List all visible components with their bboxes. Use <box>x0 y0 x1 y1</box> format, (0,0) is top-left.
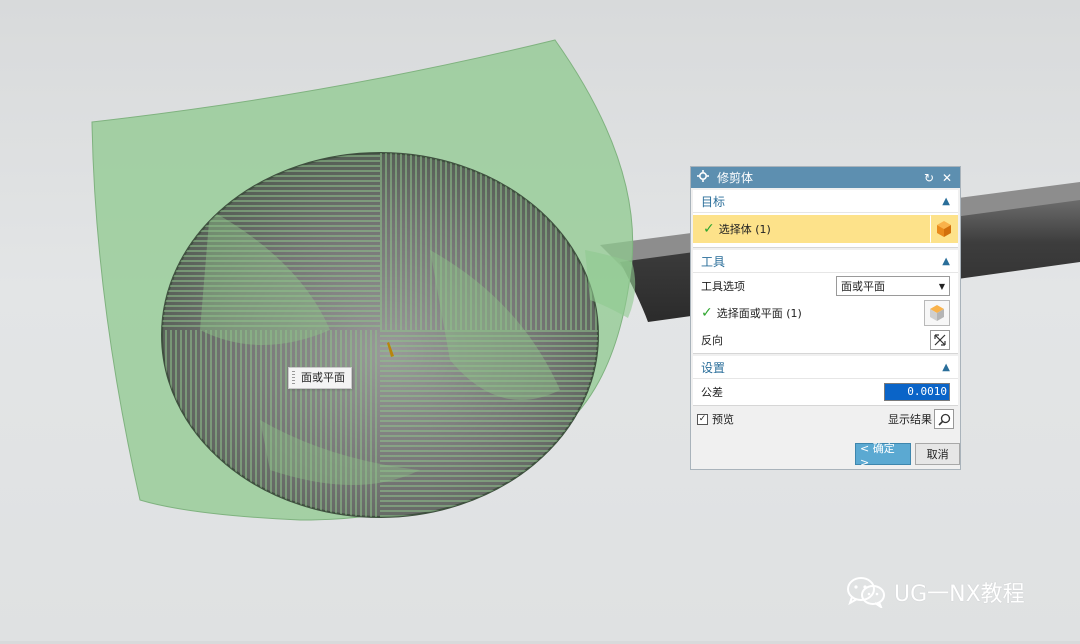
settings-group: 设置 ▲ 公差 0.0010 <box>693 356 958 406</box>
reverse-label: 反向 <box>701 334 723 347</box>
trim-body-dialog: 修剪体 ↻ ✕ 目标 ▲ ✓ 选择体 (1) 工具 ▲ 工具选项 面或平面 ▼ … <box>690 166 961 470</box>
tolerance-label: 公差 <box>701 386 723 399</box>
close-icon[interactable]: ✕ <box>940 171 954 185</box>
settings-header-label: 设置 <box>701 360 726 375</box>
wechat-icon <box>847 577 885 608</box>
check-icon: ✓ <box>701 305 713 321</box>
tool-option-select[interactable]: 面或平面 ▼ <box>836 276 950 296</box>
cancel-button[interactable]: 取消 <box>915 443 960 465</box>
select-face-row[interactable]: ✓ 选择面或平面 (1) <box>693 299 958 327</box>
target-group: 目标 ▲ ✓ 选择体 (1) <box>693 190 958 248</box>
dialog-buttons: < 确定 > 取消 <box>855 442 960 469</box>
settings-icon[interactable] <box>697 170 709 185</box>
select-body-button[interactable] <box>930 215 958 243</box>
chevron-up-icon[interactable]: ▲ <box>942 196 950 207</box>
target-group-header[interactable]: 目标 ▲ <box>693 190 958 213</box>
show-result-label: 显示结果 <box>888 413 932 426</box>
chevron-up-icon[interactable]: ▲ <box>942 362 950 373</box>
tool-option-row: 工具选项 面或平面 ▼ <box>693 273 958 299</box>
select-face-button[interactable] <box>924 300 950 326</box>
select-face-label: 选择面或平面 (1) <box>716 307 802 320</box>
reverse-button[interactable] <box>930 330 950 350</box>
select-body-row[interactable]: ✓ 选择体 (1) <box>693 215 958 243</box>
preview-checkbox[interactable]: ✓ <box>697 413 708 425</box>
tooltip-label: 面或平面 <box>301 371 345 384</box>
reverse-row: 反向 <box>693 327 958 353</box>
tolerance-input[interactable]: 0.0010 <box>884 383 950 401</box>
reset-icon[interactable]: ↻ <box>922 171 936 185</box>
watermark: UG一NX教程 <box>846 576 1025 608</box>
target-header-label: 目标 <box>701 194 726 209</box>
ok-button[interactable]: < 确定 > <box>855 442 912 469</box>
tool-group: 工具 ▲ 工具选项 面或平面 ▼ ✓ 选择面或平面 (1) 反向 <box>693 250 958 354</box>
cube-icon <box>937 221 951 237</box>
chevron-down-icon: ▼ <box>938 281 945 291</box>
selection-tooltip: 面或平面 <box>288 367 352 389</box>
dialog-titlebar[interactable]: 修剪体 ↻ ✕ <box>691 167 960 188</box>
settings-group-header[interactable]: 设置 ▲ <box>693 356 958 379</box>
tool-option-value: 面或平面 <box>841 280 885 293</box>
tool-group-header[interactable]: 工具 ▲ <box>693 250 958 273</box>
preview-label: 预览 <box>712 413 734 426</box>
face-cube-icon <box>930 305 944 321</box>
check-icon: ✓ <box>703 221 715 237</box>
preview-row: ✓ 预览 显示结果 <box>691 406 960 432</box>
chevron-up-icon[interactable]: ▲ <box>942 256 950 267</box>
select-body-label: 选择体 (1) <box>718 223 771 236</box>
dialog-title: 修剪体 <box>717 171 754 185</box>
tolerance-row: 公差 0.0010 <box>693 379 958 405</box>
search-icon <box>937 413 950 426</box>
tool-option-label: 工具选项 <box>701 280 745 293</box>
watermark-text: UG一NX教程 <box>894 582 1025 607</box>
reverse-icon <box>934 334 946 346</box>
show-result-button[interactable] <box>934 409 954 429</box>
tool-header-label: 工具 <box>701 254 726 269</box>
